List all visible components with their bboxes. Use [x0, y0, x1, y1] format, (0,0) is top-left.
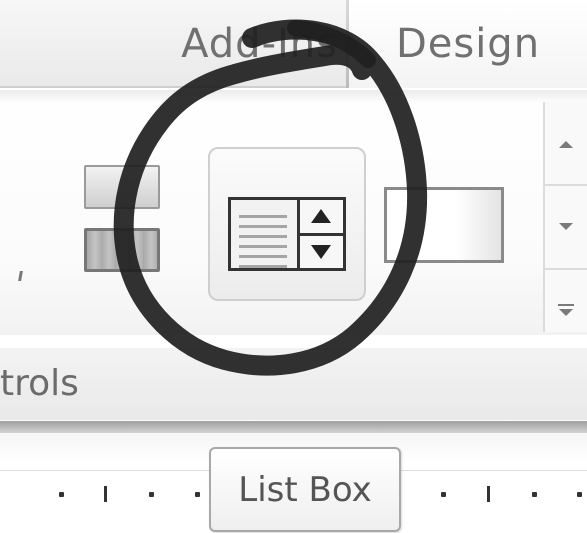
chevron-down-icon[interactable]	[559, 223, 573, 230]
list-box-button[interactable]	[208, 147, 366, 301]
ruler-dot	[59, 492, 64, 497]
ruler-dot	[195, 492, 200, 497]
tab-design[interactable]: Design	[349, 0, 587, 88]
ribbon-top-shade	[0, 90, 587, 104]
list-scrollbar-icon	[297, 200, 343, 268]
arrow-up-icon	[311, 209, 331, 223]
list-box-tooltip: List Box	[209, 447, 401, 532]
tab-design-label: Design	[395, 21, 541, 67]
access-ribbon-screenshot: Add-Ins Design trols List Box	[0, 0, 587, 533]
gallery-more-icon[interactable]	[558, 304, 574, 318]
list-box-icon	[228, 197, 346, 271]
ruler-dot	[532, 492, 537, 497]
button-control-icon[interactable]	[84, 165, 160, 209]
ribbon-bottom-edge	[0, 421, 587, 433]
ruler-tick	[487, 486, 490, 502]
scroll-divider	[300, 233, 343, 236]
toggle-button-control-icon[interactable]	[84, 228, 160, 272]
ruler-dot	[441, 492, 446, 497]
chevron-up-icon[interactable]	[559, 141, 573, 148]
gallery-scroll-column	[543, 102, 587, 332]
list-lines-icon	[231, 200, 299, 268]
tab-add-ins-label: Add-Ins	[181, 21, 338, 67]
gallery-separator	[545, 184, 587, 186]
gallery-separator	[545, 268, 587, 270]
group-label: trols	[0, 362, 79, 404]
arrow-down-icon	[311, 245, 331, 259]
ruler-tick	[104, 486, 107, 502]
tab-add-ins[interactable]: Add-Ins	[0, 0, 348, 88]
rectangle-control-icon[interactable]	[384, 187, 504, 263]
tooltip-text: List Box	[238, 469, 372, 510]
ruler-dot	[577, 492, 582, 497]
ruler-dot	[149, 492, 154, 497]
